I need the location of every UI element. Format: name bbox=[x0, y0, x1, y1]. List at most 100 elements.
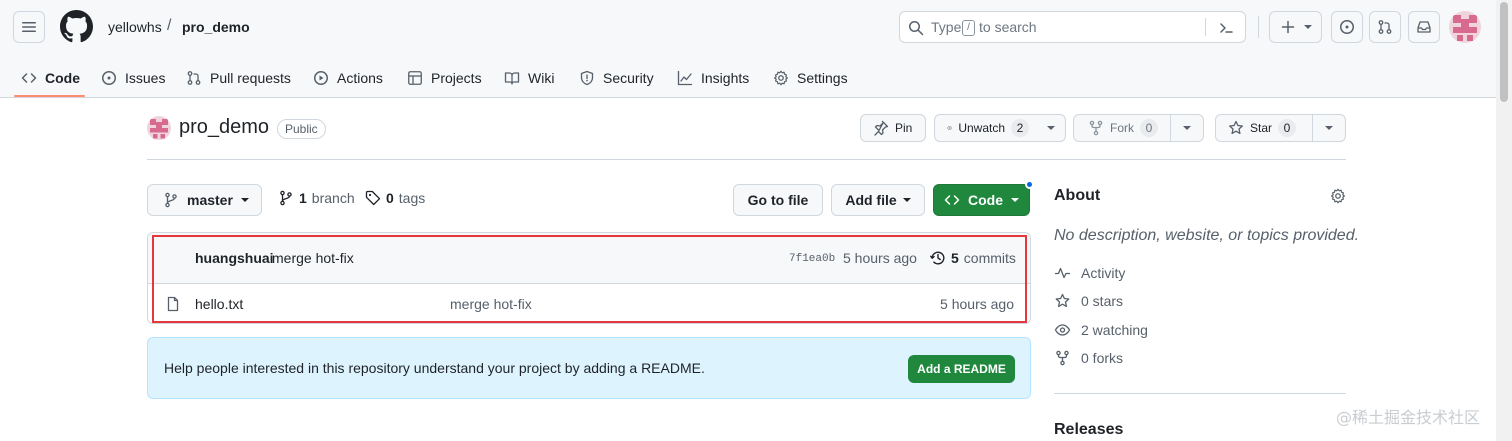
search-divider bbox=[1205, 18, 1206, 36]
command-palette-icon[interactable] bbox=[1218, 20, 1234, 36]
tab-insights[interactable]: Insights bbox=[677, 58, 749, 98]
pin-button[interactable]: Pin bbox=[860, 114, 926, 142]
caret-down-icon bbox=[1183, 126, 1191, 130]
github-logo-icon[interactable] bbox=[60, 10, 93, 43]
branch-count-label: branch bbox=[311, 190, 355, 206]
forks-link[interactable]: 0 forks bbox=[1054, 350, 1123, 366]
caret-down-icon bbox=[1047, 126, 1055, 130]
star-icon bbox=[1229, 120, 1243, 135]
add-readme-button[interactable]: Add a README bbox=[908, 355, 1015, 383]
inbox-icon bbox=[1417, 21, 1431, 33]
breadcrumb-owner[interactable]: yellowhs bbox=[108, 19, 162, 35]
git-branch-icon bbox=[165, 192, 177, 208]
star-button[interactable]: Star 0 bbox=[1215, 114, 1346, 142]
eye-icon bbox=[947, 126, 953, 130]
file-name[interactable]: hello.txt bbox=[195, 296, 243, 312]
user-avatar[interactable] bbox=[1449, 11, 1481, 43]
gear-icon[interactable] bbox=[1330, 188, 1346, 204]
commit-count-label: commits bbox=[963, 250, 1016, 266]
code-icon bbox=[21, 73, 37, 83]
identicon-icon bbox=[1449, 11, 1481, 43]
tab-security-label: Security bbox=[603, 70, 654, 86]
menu-button[interactable] bbox=[13, 11, 45, 43]
tab-wiki-label: Wiki bbox=[528, 70, 555, 86]
tab-issues-label: Issues bbox=[125, 70, 166, 86]
code-button[interactable]: Code bbox=[933, 184, 1030, 216]
pin-label: Pin bbox=[895, 121, 913, 135]
pin-icon bbox=[874, 120, 889, 136]
caret-down-icon bbox=[240, 198, 249, 202]
stars-label: 0 stars bbox=[1081, 293, 1124, 309]
pulse-icon bbox=[1054, 267, 1071, 279]
watching-label: 2 watching bbox=[1081, 322, 1148, 338]
readme-banner: Help people interested in this repositor… bbox=[147, 337, 1031, 399]
identicon-icon bbox=[147, 116, 171, 140]
history-icon bbox=[930, 251, 945, 265]
title-divider bbox=[147, 159, 1346, 160]
commit-author[interactable]: huangshuai bbox=[195, 250, 274, 266]
create-new-button[interactable] bbox=[1269, 11, 1322, 43]
git-pull-request-icon bbox=[1378, 20, 1392, 34]
go-to-file-button[interactable]: Go to file bbox=[733, 184, 823, 216]
activity-link[interactable]: Activity bbox=[1054, 265, 1125, 281]
about-description: No description, website, or topics provi… bbox=[1054, 227, 1360, 244]
tag-count-label: tags bbox=[398, 190, 426, 206]
fork-icon bbox=[1056, 350, 1069, 366]
repo-owner-avatar[interactable] bbox=[147, 116, 171, 140]
about-heading: About bbox=[1054, 187, 1101, 204]
tab-issues[interactable]: Issues bbox=[101, 58, 165, 98]
sidebar-divider bbox=[1054, 393, 1346, 394]
eye-icon bbox=[1054, 324, 1071, 336]
gear-icon bbox=[774, 70, 788, 86]
shield-icon bbox=[580, 70, 594, 86]
branches-link[interactable]: 1 branch bbox=[278, 190, 355, 206]
issue-icon bbox=[102, 71, 116, 85]
code-icon bbox=[944, 195, 960, 205]
tab-pull-requests[interactable]: Pull requests bbox=[186, 58, 291, 98]
tab-code[interactable]: Code bbox=[21, 58, 80, 98]
issues-button[interactable] bbox=[1331, 11, 1363, 43]
star-dropdown[interactable] bbox=[1312, 115, 1345, 141]
commit-sha[interactable]: 7f1ea0b bbox=[789, 253, 835, 265]
add-readme-label: Add a README bbox=[917, 362, 1006, 376]
releases-heading[interactable]: Releases bbox=[1054, 421, 1123, 439]
commit-message[interactable]: merge hot-fix bbox=[272, 250, 354, 266]
add-file-button[interactable]: Add file bbox=[831, 184, 925, 216]
search-placeholder-prefix: Type bbox=[931, 19, 962, 35]
watch-button[interactable]: Unwatch 2 bbox=[934, 114, 1066, 142]
breadcrumb-repo[interactable]: pro_demo bbox=[182, 19, 250, 35]
file-commit-message[interactable]: merge hot-fix bbox=[450, 296, 532, 312]
watermark-text: @稀土掘金技术社区 bbox=[1336, 408, 1481, 427]
fork-dropdown[interactable] bbox=[1170, 115, 1203, 141]
branch-selector[interactable]: master bbox=[147, 184, 262, 216]
latest-commit-row: huangshuai merge hot-fix 7f1ea0b 5 hours… bbox=[148, 233, 1030, 284]
tab-wiki[interactable]: Wiki bbox=[504, 58, 554, 98]
tab-security[interactable]: Security bbox=[579, 58, 654, 98]
git-branch-icon bbox=[280, 190, 292, 206]
tab-settings[interactable]: Settings bbox=[773, 58, 848, 98]
fork-button[interactable]: Fork 0 bbox=[1073, 114, 1204, 142]
watching-link[interactable]: 2 watching bbox=[1054, 322, 1148, 338]
graph-icon bbox=[677, 70, 693, 86]
issue-opened-icon bbox=[1340, 20, 1354, 34]
search-shortcut-key: / bbox=[962, 20, 975, 36]
stars-link[interactable]: 0 stars bbox=[1054, 293, 1123, 309]
pull-requests-button[interactable] bbox=[1369, 11, 1401, 43]
activity-label: Activity bbox=[1081, 265, 1126, 281]
file-row[interactable]: hello.txt merge hot-fix 5 hours ago bbox=[148, 285, 1030, 323]
search-input[interactable]: Type / to search bbox=[899, 11, 1246, 43]
fork-icon bbox=[1089, 120, 1103, 136]
tab-actions[interactable]: Actions bbox=[313, 58, 383, 98]
watch-dropdown[interactable] bbox=[1037, 115, 1065, 141]
tab-projects[interactable]: Projects bbox=[407, 58, 482, 98]
commits-history-link[interactable]: 5 commits bbox=[930, 250, 1016, 266]
book-icon bbox=[504, 72, 520, 85]
branch-name: master bbox=[187, 192, 233, 208]
inbox-button[interactable] bbox=[1408, 11, 1440, 43]
tags-link[interactable]: 0 tags bbox=[365, 190, 425, 206]
readme-banner-text: Help people interested in this repositor… bbox=[164, 360, 705, 376]
star-count: 0 bbox=[1278, 119, 1297, 137]
repo-title[interactable]: pro_demo bbox=[179, 116, 269, 139]
tab-pull-requests-label: Pull requests bbox=[210, 70, 291, 86]
scrollbar-thumb[interactable] bbox=[1500, 2, 1508, 102]
